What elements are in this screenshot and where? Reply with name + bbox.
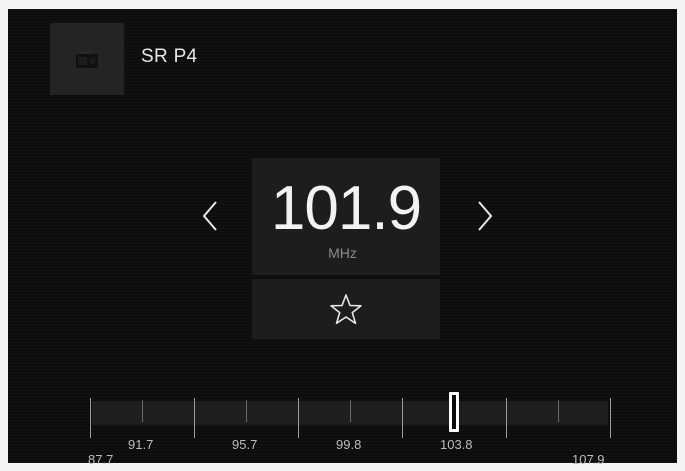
radio-source-button[interactable]: [50, 23, 124, 95]
frequency-value: 101.9: [270, 174, 422, 243]
chevron-left-icon: [202, 201, 217, 231]
scale-major-tick: [90, 398, 91, 438]
tuning-needle[interactable]: [449, 392, 459, 432]
tuning-scale[interactable]: 87.7 91.7 95.7 99.8 103.8 107.9: [88, 398, 611, 467]
radio-icon: [76, 49, 98, 68]
station-name: SR P4: [141, 46, 198, 67]
scale-minor-tick: [350, 400, 351, 422]
frequency-unit: MHz: [328, 245, 357, 261]
chevron-right-icon: [478, 201, 493, 231]
scale-major-tick: [194, 398, 195, 438]
favorite-button[interactable]: [252, 279, 440, 339]
scale-label: 107.9: [572, 452, 605, 467]
scale-major-tick: [610, 398, 611, 438]
scale-label: 91.7: [128, 437, 154, 452]
scale-label: 99.8: [336, 437, 362, 452]
scale-minor-tick: [246, 400, 247, 422]
scale-major-tick: [402, 398, 403, 438]
scale-major-tick: [506, 398, 507, 438]
scale-label: 95.7: [232, 437, 258, 452]
seek-previous-button[interactable]: [192, 196, 228, 236]
scale-major-tick: [298, 398, 299, 438]
star-outline-icon: [330, 294, 362, 325]
scale-label: 103.8: [440, 437, 473, 452]
scale-minor-tick: [142, 400, 143, 422]
scale-minor-tick: [558, 400, 559, 422]
seek-next-button[interactable]: [467, 196, 503, 236]
scale-label: 87.7: [88, 452, 114, 467]
